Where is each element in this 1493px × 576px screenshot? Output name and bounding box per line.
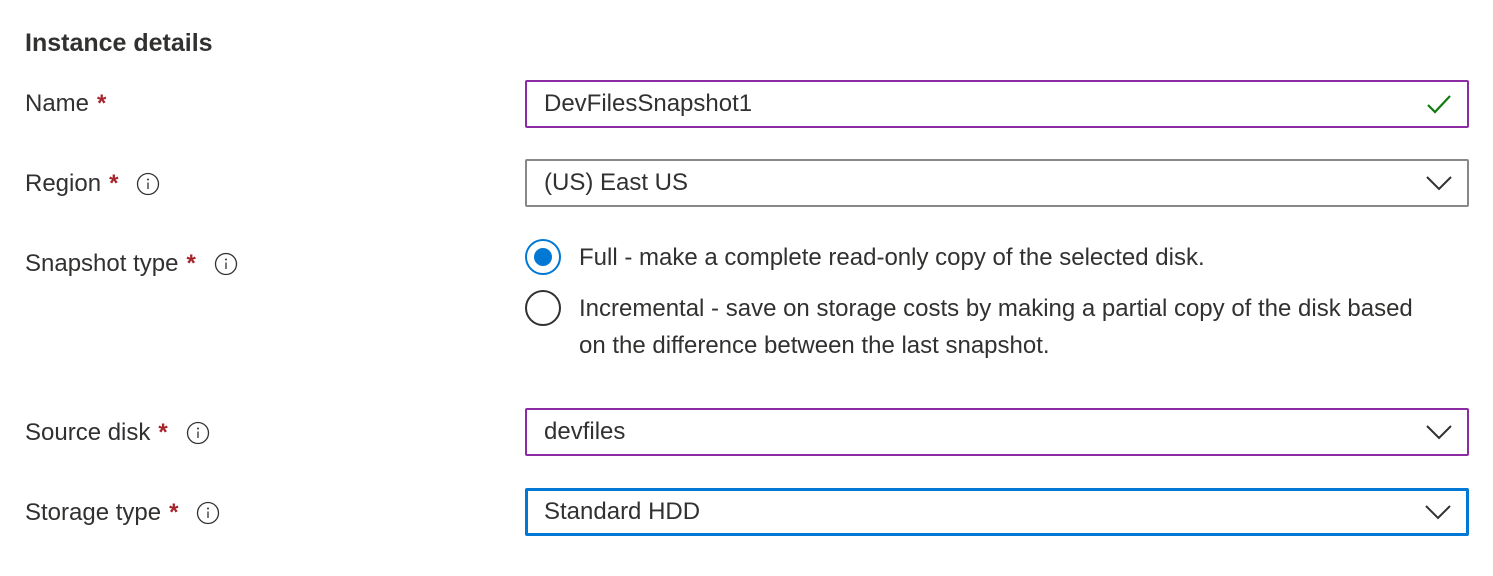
source-disk-selected-value[interactable]: devfiles (544, 416, 1415, 448)
radio-button[interactable] (525, 290, 561, 326)
source-disk-label: Source disk * (25, 417, 210, 449)
snapshot-type-option-full[interactable]: Full - make a complete read-only copy of… (525, 239, 1439, 276)
name-label: Name * (25, 88, 106, 120)
chevron-down-icon[interactable] (1415, 161, 1463, 205)
chevron-down-icon[interactable] (1415, 410, 1463, 454)
radio-button-selected[interactable] (525, 239, 561, 275)
info-icon[interactable] (136, 172, 160, 196)
snapshot-option-incremental-label[interactable]: Incremental - save on storage costs by m… (579, 290, 1439, 364)
info-icon[interactable] (186, 421, 210, 445)
region-label-text: Region (25, 170, 102, 197)
checkmark-icon (1415, 82, 1463, 126)
chevron-down-icon[interactable] (1414, 491, 1462, 533)
name-field[interactable]: DevFilesSnapshot1 (525, 80, 1469, 128)
required-marker: * (169, 499, 179, 526)
storage-type-dropdown[interactable]: Standard HDD (525, 488, 1469, 536)
source-disk-label-text: Source disk (25, 419, 151, 446)
name-label-text: Name (25, 90, 90, 117)
region-label: Region * (25, 168, 160, 200)
radio-dot (534, 248, 552, 266)
storage-type-label: Storage type * (25, 497, 220, 529)
info-icon[interactable] (214, 252, 238, 276)
required-marker: * (158, 419, 168, 446)
required-marker: * (109, 170, 119, 197)
snapshot-type-option-incremental[interactable]: Incremental - save on storage costs by m… (525, 290, 1439, 364)
snapshot-type-label-text: Snapshot type (25, 250, 179, 277)
region-dropdown[interactable]: (US) East US (525, 159, 1469, 207)
info-icon[interactable] (196, 501, 220, 525)
region-selected-value[interactable]: (US) East US (544, 167, 1415, 199)
source-disk-dropdown[interactable]: devfiles (525, 408, 1469, 456)
storage-type-label-text: Storage type (25, 499, 162, 526)
snapshot-option-full-label[interactable]: Full - make a complete read-only copy of… (579, 239, 1439, 276)
name-input-value[interactable]: DevFilesSnapshot1 (544, 88, 1415, 120)
required-marker: * (97, 90, 107, 117)
required-marker: * (186, 250, 196, 277)
storage-type-selected-value[interactable]: Standard HDD (544, 496, 1414, 528)
section-title: Instance details (25, 29, 213, 57)
snapshot-type-label: Snapshot type * (25, 248, 238, 280)
